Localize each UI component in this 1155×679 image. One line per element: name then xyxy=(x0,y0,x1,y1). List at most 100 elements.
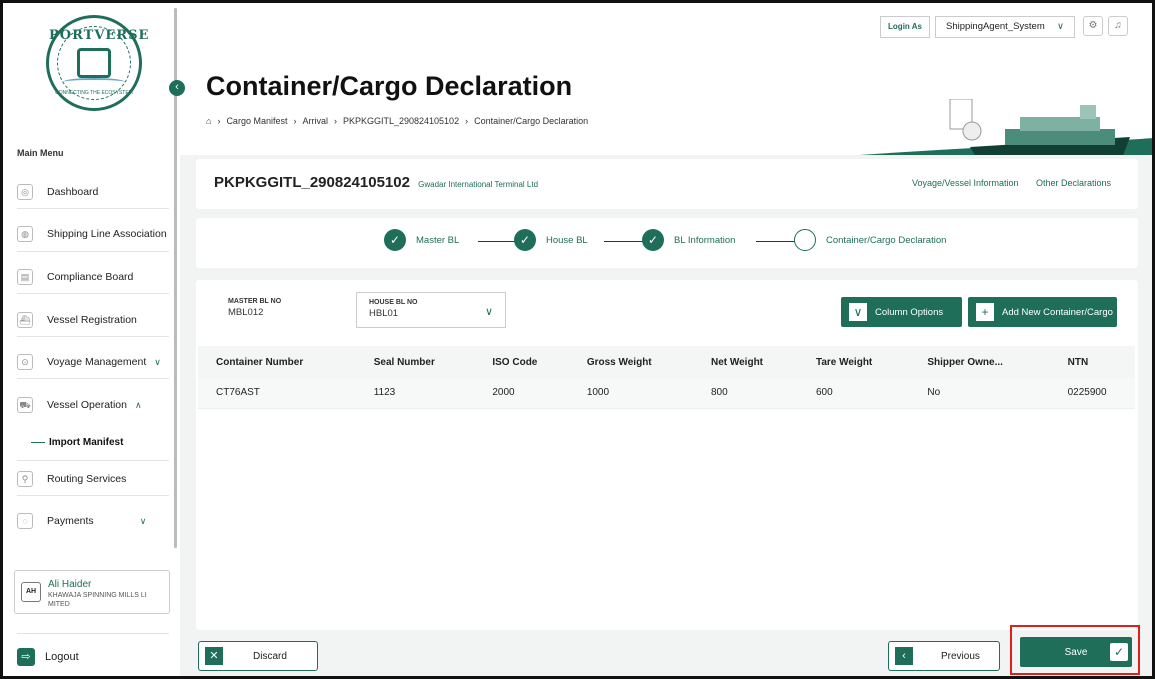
add-new-container-button[interactable]: + Add New Container/Cargo xyxy=(968,297,1117,327)
column-header[interactable]: ISO Code xyxy=(474,346,569,378)
divider xyxy=(17,633,169,634)
logout-button[interactable]: ⇨ Logout xyxy=(17,648,79,666)
sidebar-item-label: Vessel Operation xyxy=(47,399,127,411)
user-name: Ali Haider xyxy=(48,579,92,590)
divider xyxy=(17,378,169,379)
column-options-button[interactable]: ∨ Column Options xyxy=(841,297,962,327)
logout-icon: ⇨ xyxy=(17,648,35,666)
divider xyxy=(17,293,169,294)
main-menu-title: Main Menu xyxy=(17,148,64,158)
save-button[interactable]: Save ✓ xyxy=(1020,637,1132,667)
table-row[interactable]: CT76AST 1123 2000 1000 800 600 No 022590… xyxy=(198,378,1135,409)
table-cell: 1123 xyxy=(355,378,475,409)
breadcrumb-arrival[interactable]: Arrival xyxy=(302,116,328,126)
sidebar-item-routing-services[interactable]: ⚲ Routing Services xyxy=(17,467,167,491)
user-card[interactable]: AH Ali Haider KHAWAJA SPINNING MILLS LI … xyxy=(14,570,170,614)
document-icon: ▤ xyxy=(17,269,33,285)
step-label: BL Information xyxy=(674,234,736,246)
step-label: Container/Cargo Declaration xyxy=(826,234,947,246)
sidebar-item-voyage-management[interactable]: ⊙ Voyage Management ∨ xyxy=(17,350,167,374)
avatar: AH xyxy=(21,582,41,602)
chevron-up-icon: ∧ xyxy=(134,399,142,410)
column-header[interactable]: NTN xyxy=(1049,346,1135,378)
house-bl-value: HBL01 xyxy=(369,308,399,319)
divider xyxy=(17,208,169,209)
column-header[interactable]: Net Weight xyxy=(692,346,798,378)
discard-label: Discard xyxy=(253,650,287,662)
settings-icon[interactable]: ⚙ xyxy=(1083,16,1103,36)
column-header[interactable]: Gross Weight xyxy=(568,346,693,378)
sidebar-item-vessel-operation[interactable]: ⛟ Vessel Operation ∧ xyxy=(17,393,167,417)
sidebar-item-label: Dashboard xyxy=(47,186,99,198)
table-cell: 800 xyxy=(692,378,798,409)
step-master-bl[interactable]: ✓ Master BL xyxy=(384,229,459,251)
step-bl-information[interactable]: ✓ BL Information xyxy=(642,229,735,251)
login-as-label: Login As xyxy=(880,16,930,38)
table-cell: CT76AST xyxy=(198,378,356,409)
sidebar-item-vessel-registration[interactable]: ⛴ Vessel Registration xyxy=(17,308,167,332)
breadcrumb: ⌂ › Cargo Manifest › Arrival › PKPKGGITL… xyxy=(206,116,588,126)
container-table: Container Number Seal Number ISO Code Gr… xyxy=(198,346,1135,409)
other-declarations-link[interactable]: Other Declarations xyxy=(1036,178,1111,188)
column-header[interactable]: Tare Weight xyxy=(797,346,910,378)
chevron-right-icon: › xyxy=(217,116,221,126)
sidebar-subitem-import-manifest[interactable]: Import Manifest xyxy=(31,437,123,448)
logo-tagline: CONNECTING THE ECOSYSTEM xyxy=(55,90,133,96)
voyage-icon: ⊙ xyxy=(17,354,33,370)
sidebar-item-label: Payments xyxy=(47,515,94,527)
previous-label: Previous xyxy=(941,650,980,662)
step-container-cargo-declaration[interactable]: Container/Cargo Declaration xyxy=(794,229,946,251)
sidebar-subitem-label: Import Manifest xyxy=(49,437,124,448)
waves-icon xyxy=(63,78,125,86)
table-header-row: Container Number Seal Number ISO Code Gr… xyxy=(198,346,1135,378)
table-cell: 0225900 xyxy=(1049,378,1135,409)
check-icon: ✓ xyxy=(1110,643,1128,661)
sidebar-item-payments[interactable]: ◌ Payments ∨ xyxy=(17,509,167,533)
column-header[interactable]: Container Number xyxy=(198,346,356,378)
user-company: KHAWAJA SPINNING MILLS LI MITED xyxy=(48,592,147,608)
bell-icon[interactable]: ♫ xyxy=(1108,16,1128,36)
home-icon[interactable]: ⌂ xyxy=(206,116,211,126)
table-cell: No xyxy=(909,378,1050,409)
breadcrumb-declaration-id[interactable]: PKPKGGITL_290824105102 xyxy=(343,116,459,126)
top-bar: Login As ShippingAgent_System ∨ ⚙ ♫ xyxy=(180,3,1152,45)
sidebar-item-compliance-board[interactable]: ▤ Compliance Board xyxy=(17,265,167,289)
previous-button[interactable]: ‹ Previous xyxy=(888,641,1000,671)
step-label: Master BL xyxy=(416,234,460,246)
stepper: ✓ Master BL ✓ House BL ✓ BL Information … xyxy=(196,218,1138,268)
column-header[interactable]: Shipper Owne... xyxy=(909,346,1050,378)
step-house-bl[interactable]: ✓ House BL xyxy=(514,229,588,251)
sidebar-item-label: Compliance Board xyxy=(47,271,134,283)
house-bl-select[interactable]: HOUSE BL NO HBL01 ∨ xyxy=(356,292,506,328)
master-bl-value: MBL012 xyxy=(228,307,264,318)
active-indicator xyxy=(31,442,45,443)
breadcrumb-cargo-manifest[interactable]: Cargo Manifest xyxy=(226,116,287,126)
divider xyxy=(17,460,169,461)
main-area: Login As ShippingAgent_System ∨ ⚙ ♫ Cont… xyxy=(180,3,1152,676)
portverse-logo[interactable]: PORTVERSE CONNECTING THE ECOSYSTEM xyxy=(46,15,150,111)
page-header: Container/Cargo Declaration ⌂ › Cargo Ma… xyxy=(180,45,1152,155)
master-bl-label: MASTER BL NO xyxy=(228,298,282,305)
discard-button[interactable]: ✕ Discard xyxy=(198,641,318,671)
declaration-id-text: PKPKGGITL_290824105102 xyxy=(214,174,410,191)
container-table-card: MASTER BL NO MBL012 HOUSE BL NO HBL01 ∨ … xyxy=(196,280,1138,630)
collapse-sidebar-button[interactable]: ‹ xyxy=(169,80,185,96)
sidebar-item-label: Shipping Line Association xyxy=(47,228,167,240)
plus-icon: + xyxy=(976,303,994,321)
sidebar-item-dashboard[interactable]: ◎ Dashboard xyxy=(17,180,167,204)
voyage-vessel-info-link[interactable]: Voyage/Vessel Information xyxy=(912,178,1019,188)
check-icon: ✓ xyxy=(384,229,406,251)
ship-icon xyxy=(77,48,111,78)
dashboard-icon: ◎ xyxy=(17,184,33,200)
logo-word: PORTVERSE xyxy=(49,28,150,43)
add-new-label: Add New Container/Cargo xyxy=(1002,306,1113,318)
user-role-value: ShippingAgent_System xyxy=(946,21,1045,32)
chevron-down-icon: ∨ xyxy=(849,303,867,321)
column-header[interactable]: Seal Number xyxy=(355,346,475,378)
user-role-select[interactable]: ShippingAgent_System ∨ xyxy=(935,16,1075,38)
sidebar-item-label: Voyage Management xyxy=(47,356,147,368)
declaration-info-card: PKPKGGITL_290824105102 Gwadar Internatio… xyxy=(196,159,1138,209)
chevron-down-icon: ∨ xyxy=(1057,21,1064,32)
chevron-right-icon: › xyxy=(293,116,297,126)
sidebar-item-shipping-line-association[interactable]: ◍ Shipping Line Association xyxy=(17,222,167,246)
